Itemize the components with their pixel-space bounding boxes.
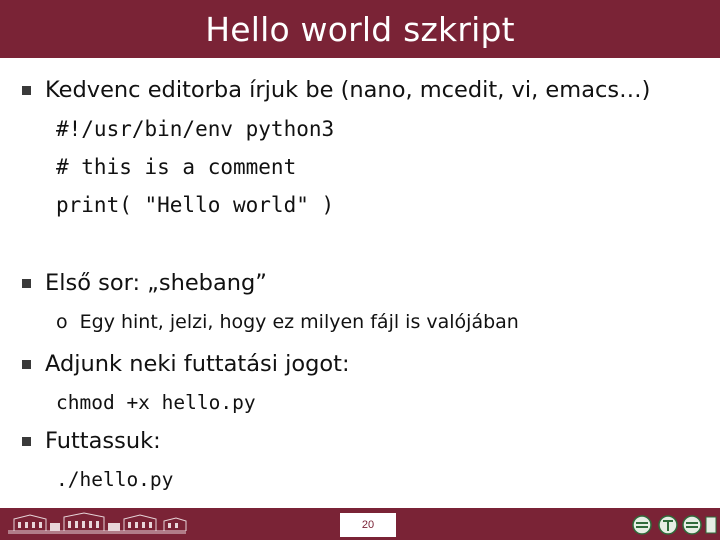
sub-item-text: Egy hint, jelzi, hogy ez milyen fájl is … (79, 311, 519, 333)
bullet-text: Futtassuk: (45, 428, 161, 454)
faculty-logos-icon (632, 515, 717, 535)
code-line-shebang: #!/usr/bin/env python3 (56, 117, 335, 141)
bullet-square-icon (22, 359, 31, 369)
bullet-text: Első sor: „shebang” (45, 270, 267, 296)
sub-item-hint: o Egy hint, jelzi, hogy ez milyen fájl i… (56, 311, 519, 333)
page-number: 20 (340, 513, 396, 537)
bullet-text: Kedvenc editorba írjuk be (nano, mcedit,… (45, 77, 651, 103)
slide-title: Hello world szkript (205, 9, 515, 49)
bullet-square-icon (22, 278, 31, 288)
command-chmod: chmod +x hello.py (56, 391, 256, 414)
title-bar: Hello world szkript (0, 0, 720, 58)
bullet-chmod: Adjunk neki futtatási jogot: (22, 351, 350, 377)
bullet-square-icon (22, 85, 31, 95)
sub-bullet-circle-icon: o (56, 311, 68, 333)
bullet-square-icon (22, 436, 31, 446)
code-line-comment: # this is a comment (56, 155, 297, 179)
bullet-run: Futtassuk: (22, 428, 161, 454)
bullet-text: Adjunk neki futtatási jogot: (45, 351, 350, 377)
bullet-editor: Kedvenc editorba írjuk be (nano, mcedit,… (22, 77, 650, 103)
code-line-print: print( "Hello world" ) (56, 193, 335, 217)
university-building-logo-icon (4, 511, 190, 537)
command-run: ./hello.py (56, 468, 174, 491)
bullet-shebang: Első sor: „shebang” (22, 270, 267, 296)
